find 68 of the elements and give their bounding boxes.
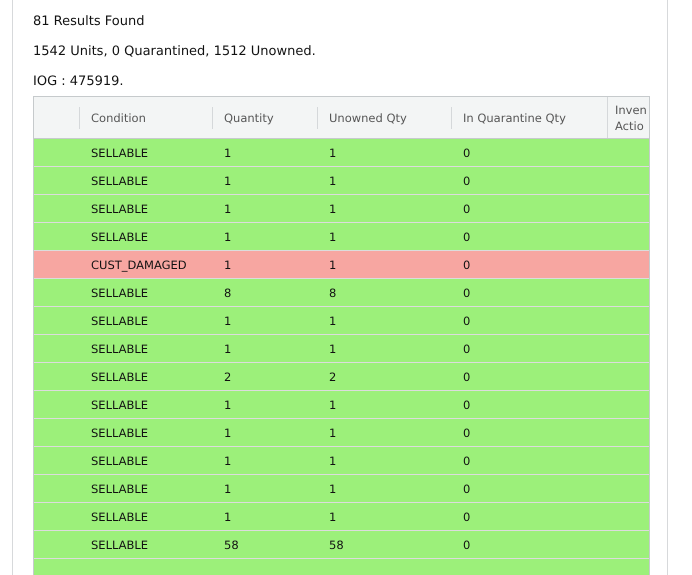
table-cell: 0 bbox=[463, 230, 470, 244]
table-cell: SELLABLE bbox=[91, 398, 148, 412]
table-cell: 8 bbox=[224, 286, 232, 300]
table-cell: 1 bbox=[224, 314, 232, 328]
table-cell: SELLABLE bbox=[91, 314, 148, 328]
table-cell: SELLABLE bbox=[91, 146, 148, 160]
table-cell: 1 bbox=[329, 146, 336, 160]
table-cell: SELLABLE bbox=[91, 510, 148, 524]
table-cell: 0 bbox=[463, 342, 470, 356]
table-cell: 1 bbox=[224, 202, 232, 216]
table-cell: 1 bbox=[224, 174, 232, 188]
table-cell: 0 bbox=[463, 174, 470, 188]
table-cell: 1 bbox=[224, 426, 232, 440]
table-cell: SELLABLE bbox=[91, 342, 148, 356]
column-header[interactable]: In Quarantine Qty bbox=[463, 110, 566, 124]
table-cell: SELLABLE bbox=[91, 426, 148, 440]
table-cell: 1 bbox=[329, 454, 336, 468]
table-cell: 1 bbox=[224, 454, 232, 468]
column-header[interactable]: Inven Actio bbox=[615, 102, 647, 134]
column-header[interactable]: Quantity bbox=[224, 110, 274, 124]
column-header[interactable]: Unowned Qty bbox=[329, 110, 407, 124]
summary-text: 1542 Units, 0 Quarantined, 1512 Unowned. bbox=[33, 43, 317, 61]
table-cell: 58 bbox=[329, 538, 344, 552]
table-cell: 1 bbox=[224, 342, 232, 356]
table-cell: 1 bbox=[329, 230, 336, 244]
table-cell: 1 bbox=[329, 398, 336, 412]
table-cell: 0 bbox=[463, 482, 470, 496]
table-cell: SELLABLE bbox=[91, 482, 148, 496]
table-cell: SELLABLE bbox=[91, 286, 148, 300]
table-cell: 1 bbox=[329, 482, 336, 496]
table-cell: 1 bbox=[329, 342, 336, 356]
table-cell: SELLABLE bbox=[91, 538, 148, 552]
table-cell: 0 bbox=[463, 202, 470, 216]
table-cell: 1 bbox=[224, 482, 232, 496]
table-cell: 0 bbox=[463, 426, 470, 440]
table-cell: 0 bbox=[463, 314, 470, 328]
table-cell: 2 bbox=[329, 370, 336, 384]
table-cell: 1 bbox=[329, 426, 336, 440]
table-cell: 1 bbox=[224, 398, 232, 412]
table-cell: 1 bbox=[224, 258, 232, 272]
table-cell: 1 bbox=[329, 202, 336, 216]
table-cell: 1 bbox=[329, 174, 336, 188]
table-cell: 1 bbox=[329, 510, 336, 524]
table-cell: 0 bbox=[463, 538, 470, 552]
table-cell: 0 bbox=[463, 370, 470, 384]
table-cell: SELLABLE bbox=[91, 370, 148, 384]
table-cell: CUST_DAMAGED bbox=[91, 258, 187, 272]
table-cell: SELLABLE bbox=[91, 174, 148, 188]
table-cell: 1 bbox=[224, 146, 232, 160]
table-cell: 0 bbox=[463, 510, 470, 524]
table-cell: 0 bbox=[463, 258, 470, 272]
table-cell: 8 bbox=[329, 286, 336, 300]
table-cell: SELLABLE bbox=[91, 230, 148, 244]
table-cell: 58 bbox=[224, 538, 239, 552]
table-cell: 1 bbox=[224, 230, 232, 244]
table-cell: 2 bbox=[224, 370, 232, 384]
table-cell: 0 bbox=[463, 286, 470, 300]
table-cell: 1 bbox=[329, 258, 336, 272]
column-header[interactable]: Condition bbox=[91, 110, 146, 124]
table-cell: SELLABLE bbox=[91, 454, 148, 468]
table-cell: 0 bbox=[463, 454, 470, 468]
table-cell: 0 bbox=[463, 146, 470, 160]
table-cell: 1 bbox=[224, 510, 232, 524]
table-cell: SELLABLE bbox=[91, 202, 148, 216]
table-cell: 0 bbox=[463, 398, 470, 412]
summary-text: IOG : 475919. bbox=[33, 73, 125, 91]
summary-text: 81 Results Found bbox=[33, 13, 146, 31]
table-cell: 1 bbox=[329, 314, 336, 328]
